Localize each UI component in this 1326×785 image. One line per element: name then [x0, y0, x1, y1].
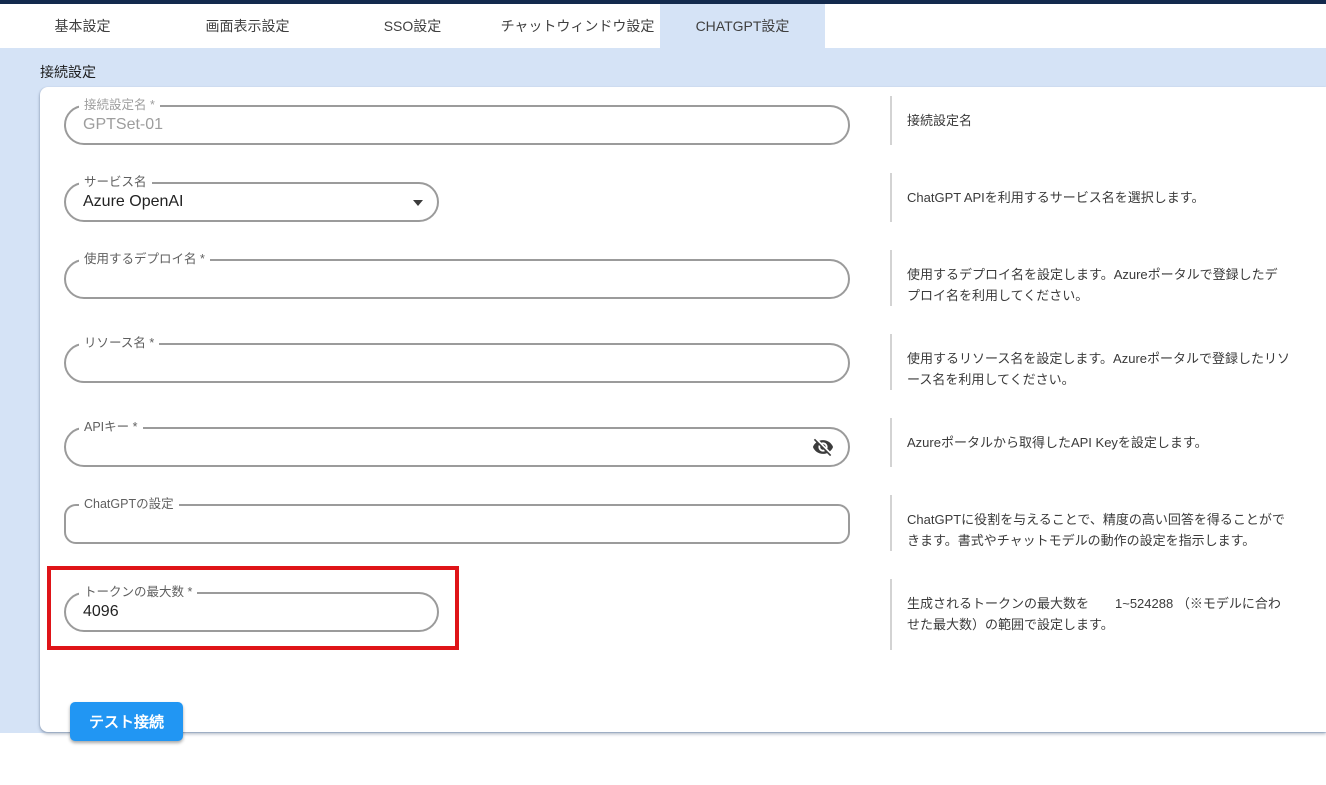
connection-name-input[interactable]: 接続設定名 * GPTSet-01 — [64, 105, 850, 145]
service-name-label: サービス名 — [79, 175, 152, 190]
connection-name-value: GPTSet-01 — [66, 107, 848, 143]
resource-name-input[interactable]: リソース名 * — [64, 343, 850, 383]
tab-display-settings[interactable]: 画面表示設定 — [165, 4, 330, 48]
connection-settings-card: 接続設定名 * GPTSet-01 接続設定名 サービス名 Azure Open… — [40, 87, 1326, 732]
service-name-select[interactable]: サービス名 Azure OpenAI — [64, 182, 439, 222]
field-row-api-key: APIキー * Azureポータルから取得したAPI Keyを設定します。 — [64, 418, 1326, 467]
annotation-highlight-box: トークンの最大数 * 4096 — [47, 566, 459, 650]
connection-name-label: 接続設定名 * — [79, 98, 160, 113]
deploy-name-input[interactable]: 使用するデプロイ名 * — [64, 259, 850, 299]
deploy-name-description: 使用するデプロイ名を設定します。Azureポータルで登録したデプロイ名を利用して… — [890, 250, 1326, 306]
field-row-resource-name: リソース名 * 使用するリソース名を設定します。Azureポータルで登録したリソ… — [64, 334, 1326, 390]
api-key-input[interactable]: APIキー * — [64, 427, 850, 467]
field-row-chatgpt-config: ChatGPTの設定 ChatGPTに役割を与えることで、精度の高い回答を得るこ… — [64, 495, 1326, 551]
api-key-description: Azureポータルから取得したAPI Keyを設定します。 — [890, 418, 1326, 467]
tab-chatgpt-settings[interactable]: CHATGPT設定 — [660, 4, 825, 48]
field-row-max-tokens: トークンの最大数 * 4096 生成されるトークンの最大数を 1~524288 … — [64, 579, 1326, 650]
chatgpt-settings-panel: 接続設定 接続設定名 * GPTSet-01 接続設定名 サービス名 Azure… — [0, 48, 1326, 733]
api-key-label: APIキー * — [79, 420, 143, 435]
resource-name-label: リソース名 * — [79, 336, 159, 351]
connection-name-description: 接続設定名 — [890, 96, 1326, 145]
chatgpt-config-textarea[interactable]: ChatGPTの設定 — [64, 504, 850, 544]
eye-off-icon[interactable] — [812, 436, 834, 458]
deploy-name-label: 使用するデプロイ名 * — [79, 252, 210, 267]
field-row-connection-name: 接続設定名 * GPTSet-01 接続設定名 — [64, 96, 1326, 145]
test-connection-button[interactable]: テスト接続 — [70, 702, 183, 741]
tab-chat-window-settings[interactable]: チャットウィンドウ設定 — [495, 4, 660, 48]
settings-tabbar: 基本設定 画面表示設定 SSO設定 チャットウィンドウ設定 CHATGPT設定 — [0, 4, 1326, 48]
tab-sso-settings[interactable]: SSO設定 — [330, 4, 495, 48]
tab-basic-settings[interactable]: 基本設定 — [0, 4, 165, 48]
chatgpt-config-label: ChatGPTの設定 — [79, 497, 179, 512]
field-row-service-name: サービス名 Azure OpenAI ChatGPT APIを利用するサービス名… — [64, 173, 1326, 222]
resource-name-description: 使用するリソース名を設定します。Azureポータルで登録したリソース名を利用して… — [890, 334, 1326, 390]
field-row-deploy-name: 使用するデプロイ名 * 使用するデプロイ名を設定します。Azureポータルで登録… — [64, 250, 1326, 306]
max-tokens-description: 生成されるトークンの最大数を 1~524288 （※モデルに合わせた最大数）の範… — [890, 579, 1326, 650]
max-tokens-label: トークンの最大数 * — [79, 585, 197, 600]
chevron-down-icon — [413, 200, 423, 206]
service-name-description: ChatGPT APIを利用するサービス名を選択します。 — [890, 173, 1326, 222]
chatgpt-config-description: ChatGPTに役割を与えることで、精度の高い回答を得ることができます。書式やチ… — [890, 495, 1326, 551]
section-title-connection-settings: 接続設定 — [40, 62, 1326, 79]
max-tokens-input[interactable]: トークンの最大数 * 4096 — [64, 592, 439, 632]
